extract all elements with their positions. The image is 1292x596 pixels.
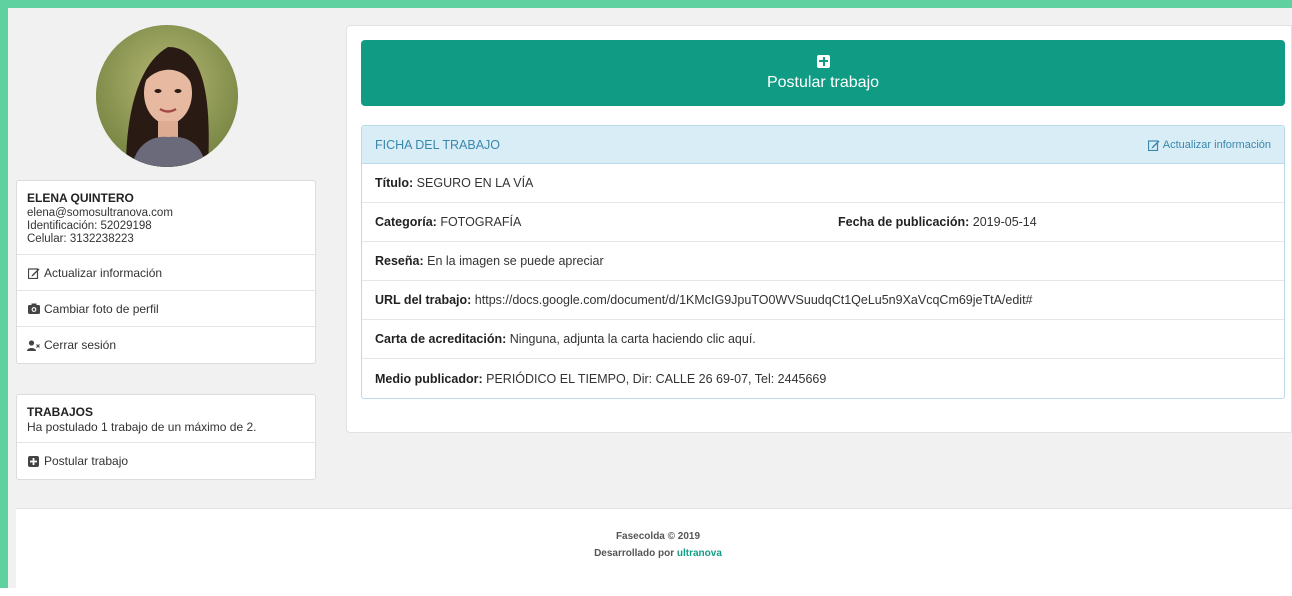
profile-info: ELENA QUINTERO elena@somosultranova.com … [17, 181, 315, 255]
job-category-label: Categoría: [375, 215, 437, 229]
jobs-title: TRABAJOS [27, 405, 94, 419]
job-category-value: FOTOGRAFÍA [440, 215, 522, 229]
content-area: ELENA QUINTERO elena@somosultranova.com … [8, 8, 1292, 508]
job-title-value: SEGURO EN LA VÍA [416, 176, 534, 190]
sidebar-apply-job-label: Postular trabajo [44, 454, 129, 468]
camera-icon [27, 302, 40, 315]
edit-icon [1147, 139, 1160, 151]
plus-square-icon [27, 455, 40, 468]
sidebar-apply-job-link[interactable]: Postular trabajo [17, 443, 315, 479]
profile-email: elena@somosultranova.com [27, 207, 173, 219]
apply-job-button-label: Postular trabajo [766, 73, 880, 91]
footer: Fasecolda © 2019 Desarrollado por ultran… [16, 508, 1292, 596]
jobs-info: TRABAJOS Ha postulado 1 trabajo de un má… [17, 395, 315, 443]
profile-celular: Celular: 3132238223 [27, 233, 134, 245]
job-url-row: URL del trabajo: https://docs.google.com… [362, 281, 1284, 320]
job-title-label: Título: [375, 176, 414, 190]
job-url-value[interactable]: https://docs.google.com/document/d/1KMcI… [475, 293, 1033, 307]
job-sheet-header: FICHA DEL TRABAJO Actualizar información [362, 126, 1284, 164]
edit-icon [27, 266, 40, 279]
job-sheet-title: FICHA DEL TRABAJO [375, 137, 501, 152]
user-remove-icon [27, 339, 40, 352]
job-date-label: Fecha de publicación: [838, 215, 970, 229]
job-category-row: Categoría: FOTOGRAFÍA Fecha de publicaci… [362, 203, 1284, 242]
job-update-info-link[interactable]: Actualizar información [1147, 138, 1271, 151]
job-update-info-label: Actualizar información [1162, 138, 1271, 151]
job-publisher-value: PERIÓDICO EL TIEMPO, Dir: CALLE 26 69-07… [486, 371, 827, 386]
apply-job-button[interactable]: Postular trabajo [361, 40, 1285, 106]
job-publisher-label: Medio publicador: [375, 371, 483, 386]
plus-square-icon [816, 54, 830, 68]
job-title-row: Título: SEGURO EN LA VÍA [362, 164, 1284, 203]
job-review-label: Reseña: [375, 254, 424, 268]
change-photo-label: Cambiar foto de perfil [44, 301, 159, 316]
jobs-summary: Ha postulado 1 trabajo de un máximo de 2… [27, 420, 257, 434]
job-letter-row: Carta de acreditación: Ninguna, adjunta … [362, 320, 1284, 359]
profile-card: ELENA QUINTERO elena@somosultranova.com … [16, 180, 316, 364]
logout-link[interactable]: Cerrar sesión [17, 327, 315, 363]
jobs-card: TRABAJOS Ha postulado 1 trabajo de un má… [16, 394, 316, 480]
footer-copyright: Fasecolda © 2019 [615, 531, 701, 542]
logout-label: Cerrar sesión [44, 338, 117, 352]
avatar [96, 25, 238, 167]
job-date-value: 2019-05-14 [972, 215, 1037, 229]
footer-developer: Desarrollado por ultranova [16, 548, 1292, 559]
main-panel: Postular trabajo FICHA DEL TRABAJO Actua… [346, 25, 1292, 433]
footer-developer-prefix: Desarrollado por [594, 548, 675, 559]
profile-identificacion: Identificación: 52029198 [27, 220, 152, 232]
profile-name: ELENA QUINTERO [27, 191, 134, 205]
app-frame: ELENA QUINTERO elena@somosultranova.com … [0, 0, 1292, 596]
job-publisher-row: Medio publicador: PERIÓDICO EL TIEMPO, D… [362, 359, 1284, 398]
job-sheet: FICHA DEL TRABAJO Actualizar información… [361, 125, 1285, 399]
job-letter-value[interactable]: Ninguna, adjunta la carta haciendo clic … [510, 332, 756, 346]
job-url-label: URL del trabajo: [375, 293, 472, 307]
footer-brand-link[interactable]: ultranova [677, 548, 722, 559]
job-review-value: En la imagen se puede apreciar [427, 254, 604, 268]
job-review-row: Reseña: En la imagen se puede apreciar [362, 242, 1284, 281]
update-info-label: Actualizar información [44, 265, 163, 280]
change-photo-link[interactable]: Cambiar foto de perfil [17, 291, 315, 327]
job-letter-label: Carta de acreditación: [375, 332, 507, 346]
update-info-link[interactable]: Actualizar información [17, 255, 315, 291]
